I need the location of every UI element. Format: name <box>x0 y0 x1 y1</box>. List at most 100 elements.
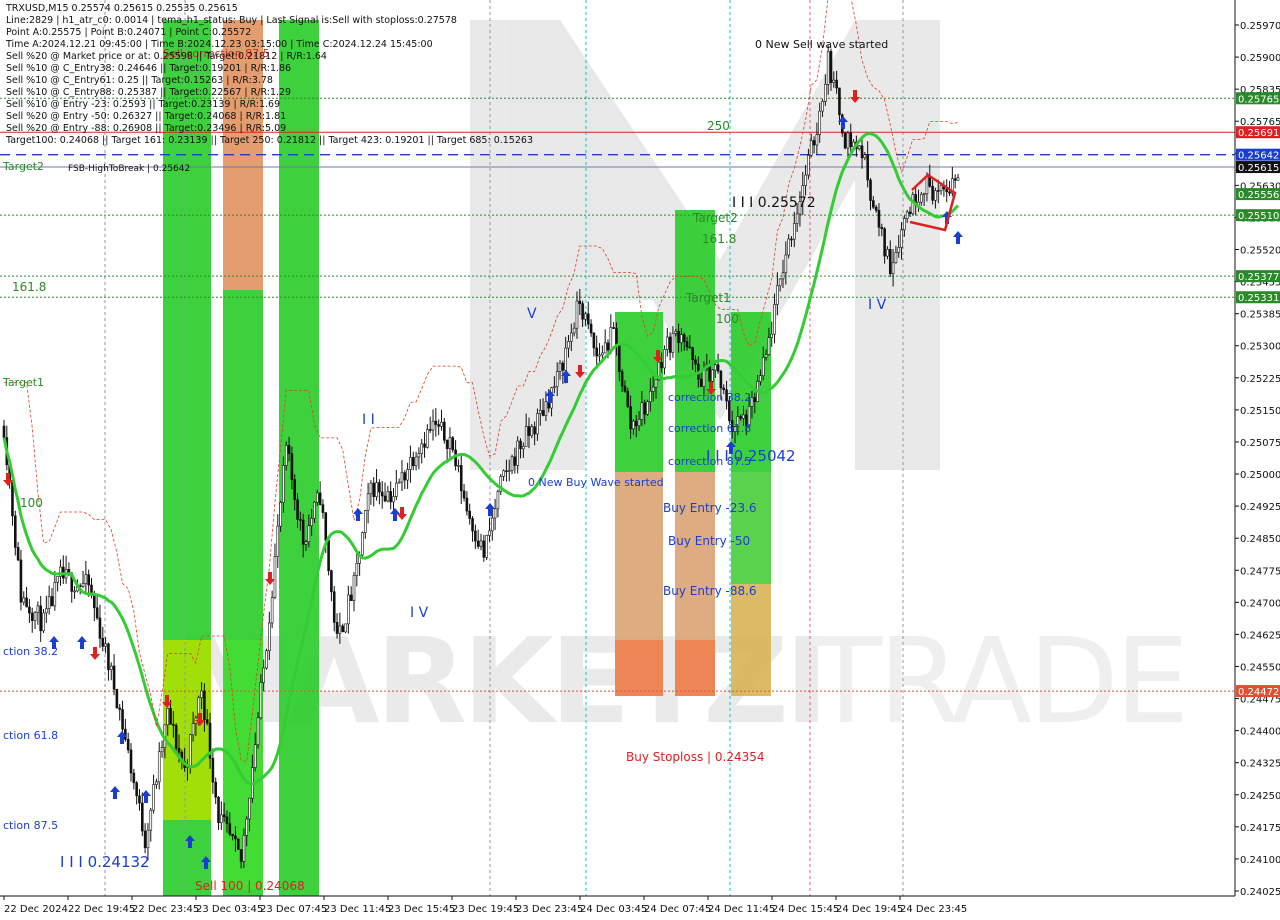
candle-body <box>575 300 579 329</box>
candle-body <box>307 525 311 542</box>
x-tick-label: 23 Dec 11:45 <box>324 904 391 915</box>
candle-body <box>146 829 150 849</box>
y-tick-label: 0.24775 <box>1240 566 1280 577</box>
candle-body <box>561 362 565 371</box>
candle-body <box>872 200 875 208</box>
candle-body <box>160 747 164 753</box>
candle-body <box>104 643 107 647</box>
candle-body <box>719 370 723 389</box>
candle-body <box>389 491 392 503</box>
y-tick-label: 0.24550 <box>1240 662 1280 673</box>
candle-body <box>699 378 703 387</box>
candle-body <box>626 390 630 407</box>
price-tag-label: 0.25331 <box>1238 293 1279 304</box>
candle-body <box>493 508 497 519</box>
candle-body <box>496 491 500 510</box>
candle-body <box>778 278 782 287</box>
candle-body <box>826 51 830 85</box>
candle-body <box>287 445 291 454</box>
candle-body <box>239 849 243 862</box>
candle-body <box>465 497 469 512</box>
candle-body <box>649 390 652 402</box>
candle-body <box>570 332 573 342</box>
candle-body <box>211 757 215 783</box>
candle-body <box>776 285 779 305</box>
candle-body <box>488 530 491 536</box>
candle-body <box>824 84 827 102</box>
candle-body <box>126 739 130 751</box>
info-line: Target100: 0.24068 || Target 161: 0.2313… <box>6 135 533 146</box>
candle-body <box>459 465 463 492</box>
candle-body <box>200 690 203 698</box>
candle-body <box>143 830 147 849</box>
candle-body <box>132 772 136 784</box>
candle-body <box>527 426 531 436</box>
annotation-label: 250 <box>707 119 730 133</box>
annotation-label: 0 New Buy Wave started <box>528 476 664 489</box>
candle-body <box>335 621 339 634</box>
info-line: Sell %20 @ Entry -50: 0.26327 || Target:… <box>6 111 287 122</box>
candle-body <box>400 472 404 483</box>
candle-body <box>45 608 48 614</box>
candle-body <box>36 605 40 613</box>
candle-body <box>524 426 528 447</box>
annotation-label: Target2 <box>692 211 738 225</box>
candle-body <box>248 797 251 820</box>
candle-body <box>767 337 771 355</box>
candle-body <box>595 347 599 357</box>
y-tick-label: 0.24100 <box>1240 855 1280 866</box>
candle-body <box>586 313 590 325</box>
candle-body <box>640 402 644 420</box>
candle-body <box>259 682 263 719</box>
candle-body <box>93 593 96 609</box>
candle-body <box>682 334 686 342</box>
candle-body <box>618 344 621 372</box>
x-tick-label: 23 Dec 15:45 <box>388 904 455 915</box>
candle-body <box>764 354 768 358</box>
candle-body <box>716 364 720 372</box>
candle-body <box>809 140 813 156</box>
candle-body <box>361 532 364 556</box>
candle-body <box>383 495 387 502</box>
candle-body <box>615 328 618 346</box>
x-tick-label: 22 Dec 2024 <box>4 904 68 915</box>
candle-body <box>349 594 353 601</box>
candle-body <box>956 177 960 181</box>
candle-body <box>516 440 519 466</box>
candle-body <box>857 145 861 150</box>
x-tick-label: 23 Dec 23:45 <box>516 904 583 915</box>
candle-body <box>781 272 785 280</box>
candle-body <box>42 612 45 632</box>
candle-body <box>174 725 178 749</box>
info-line: Sell %10 @ C_Entry61: 0.25 || Target:0.1… <box>6 75 273 86</box>
candle-body <box>663 349 666 369</box>
candle-body <box>28 606 31 614</box>
candle-body <box>818 110 821 136</box>
price-tag-label: 0.24472 <box>1238 687 1279 698</box>
y-tick-label: 0.24025 <box>1240 887 1280 898</box>
candle-body <box>612 327 615 329</box>
candle-body <box>578 300 582 304</box>
candle-body <box>157 751 161 783</box>
candle-body <box>420 443 424 454</box>
watermark-text: TRADE <box>809 612 1185 750</box>
candle-body <box>677 331 680 344</box>
candle-body <box>530 426 534 436</box>
candle-body <box>807 155 810 176</box>
candle-body <box>691 347 694 361</box>
candle-body <box>877 210 881 228</box>
candle-body <box>474 530 477 542</box>
candle-body <box>821 100 824 112</box>
y-tick-label: 0.24850 <box>1240 534 1280 545</box>
candle-body <box>953 178 957 181</box>
candle-body <box>623 385 627 392</box>
candle-body <box>440 421 443 427</box>
candle-body <box>395 482 398 497</box>
candle-body <box>256 717 260 746</box>
info-line: Point A:0.25575 | Point B:0.24071 | Poin… <box>6 27 252 38</box>
x-tick-label: 24 Dec 19:45 <box>836 904 903 915</box>
candle-body <box>558 362 562 372</box>
candle-body <box>804 174 807 186</box>
candle-body <box>665 336 669 350</box>
annotation-label: I I I 0.25572 <box>732 195 816 211</box>
